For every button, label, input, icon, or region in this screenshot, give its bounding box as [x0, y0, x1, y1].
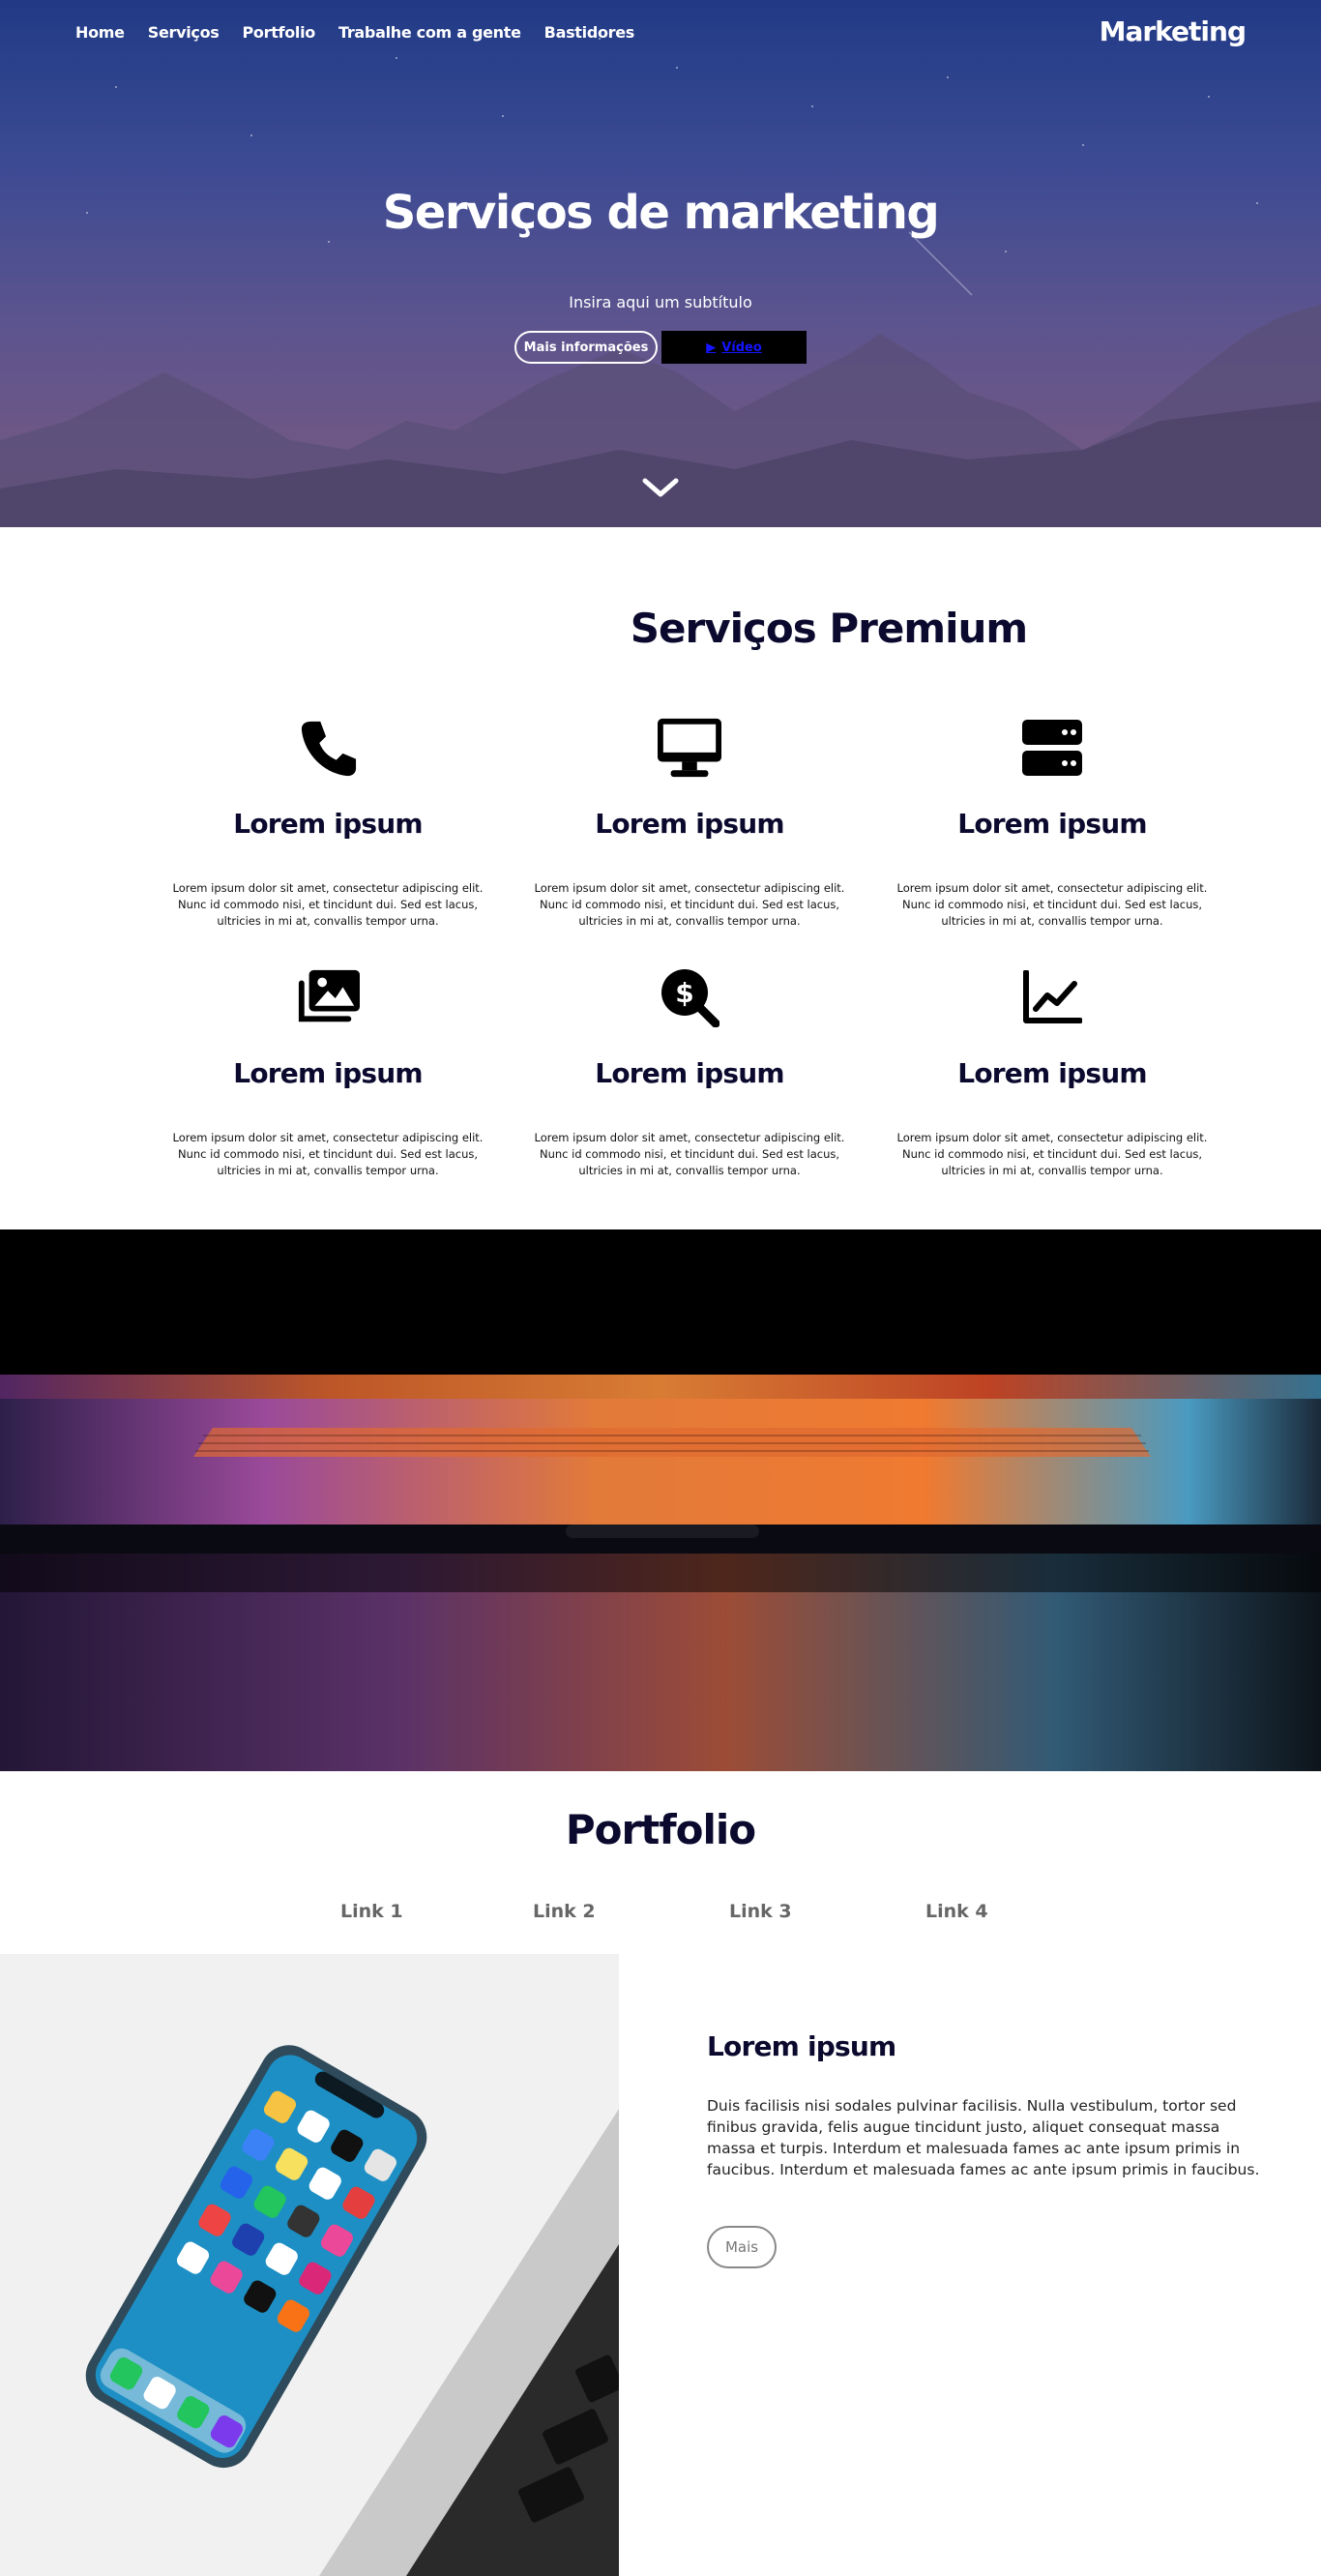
- service-title: Lorem ipsum: [595, 808, 784, 840]
- service-title: Lorem ipsum: [957, 1057, 1147, 1089]
- service-title: Lorem ipsum: [595, 1057, 784, 1089]
- brand-logo[interactable]: Marketing: [1100, 15, 1247, 47]
- service-text: Lorem ipsum dolor sit amet, consectetur …: [896, 1131, 1208, 1177]
- nav-careers-link[interactable]: Trabalhe com a gente: [338, 23, 521, 42]
- svg-text:$: $: [675, 977, 693, 1009]
- chart-line-icon: [1020, 965, 1084, 1029]
- service-text: Lorem ipsum dolor sit amet, consectetur …: [172, 881, 484, 928]
- service-text: Lorem ipsum dolor sit amet, consectetur …: [896, 881, 1208, 928]
- search-dollar-icon: $: [658, 965, 721, 1029]
- server-icon: [1020, 716, 1084, 780]
- images-icon: [296, 965, 360, 1029]
- portfolio-section: Portfolio Link 1 Link 2 Link 3 Link 4 Lo…: [0, 1771, 1321, 2576]
- portfolio-title: Portfolio: [565, 1806, 756, 1853]
- portfolio-image: [0, 1954, 619, 2576]
- play-icon: ▶: [706, 340, 717, 355]
- portfolio-item-title: Lorem ipsum: [707, 2030, 896, 2062]
- desktop-icon: [658, 716, 721, 780]
- smartphone-illustration: [0, 1954, 619, 2576]
- laptop-illustration: [0, 1229, 1321, 1771]
- tab-link-2[interactable]: Link 2: [533, 1901, 596, 1922]
- service-title: Lorem ipsum: [957, 808, 1147, 840]
- nav-home-link[interactable]: Home: [75, 23, 125, 42]
- tab-link-4[interactable]: Link 4: [925, 1901, 988, 1922]
- nav-portfolio-link[interactable]: Portfolio: [243, 23, 316, 42]
- service-text: Lorem ipsum dolor sit amet, consectetur …: [172, 1131, 484, 1177]
- tab-link-1[interactable]: Link 1: [340, 1901, 403, 1922]
- video-button[interactable]: ▶ Vídeo: [661, 331, 807, 364]
- service-title: Lorem ipsum: [233, 808, 423, 840]
- hero-subtitle: Insira aqui um subtítulo: [569, 293, 752, 311]
- service-text: Lorem ipsum dolor sit amet, consectetur …: [534, 881, 845, 928]
- service-title: Lorem ipsum: [233, 1057, 423, 1089]
- chevron-down-icon[interactable]: [641, 476, 680, 501]
- more-info-button[interactable]: Mais informações: [514, 331, 658, 364]
- main-nav: Home Serviços Portfolio Trabalhe com a g…: [75, 23, 658, 42]
- hero-title: Serviços de marketing: [382, 186, 940, 240]
- tab-link-3[interactable]: Link 3: [729, 1901, 792, 1922]
- services-title: Serviços Premium: [630, 605, 1028, 652]
- laptop-photo: [0, 1229, 1321, 1771]
- hero-section: Home Serviços Portfolio Trabalhe com a g…: [0, 0, 1321, 527]
- video-button-label: Vídeo: [721, 340, 762, 355]
- portfolio-item-text: Duis facilisis nisi sodales pulvinar fac…: [707, 2097, 1260, 2178]
- nav-backstage-link[interactable]: Bastidores: [544, 23, 635, 42]
- hero-buttons: Mais informações ▶ Vídeo: [514, 331, 807, 364]
- services-section: Serviços Premium Lorem ipsum Lorem ipsum…: [0, 527, 1321, 1229]
- service-text: Lorem ipsum dolor sit amet, consectetur …: [534, 1131, 845, 1177]
- phone-icon: [296, 716, 360, 780]
- more-button[interactable]: Mais: [707, 2226, 777, 2268]
- nav-services-link[interactable]: Serviços: [148, 23, 220, 42]
